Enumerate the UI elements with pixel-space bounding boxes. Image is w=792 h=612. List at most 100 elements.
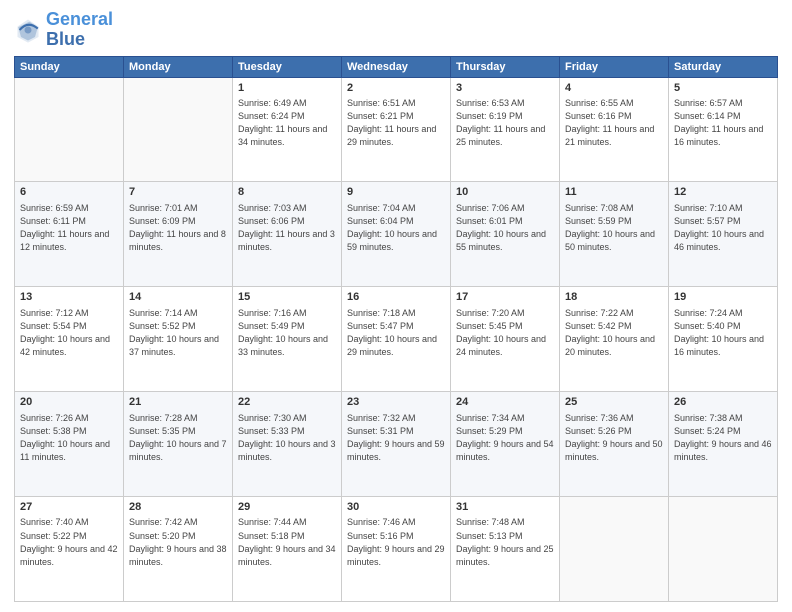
calendar-cell: 17 Sunrise: 7:20 AM Sunset: 5:45 PM Dayl… [451, 287, 560, 392]
weekday-header-friday: Friday [560, 56, 669, 77]
daylight-label: Daylight: 11 hours and 8 minutes. [129, 229, 226, 252]
sunset-time: 5:49 PM [271, 321, 305, 331]
daylight-label: Daylight: 10 hours and 7 minutes. [129, 439, 227, 462]
calendar-cell: 7 Sunrise: 7:01 AM Sunset: 6:09 PM Dayli… [124, 182, 233, 287]
sunset-label: Sunset: [565, 111, 598, 121]
calendar-week-3: 20 Sunrise: 7:26 AM Sunset: 5:38 PM Dayl… [15, 392, 778, 497]
logo: GeneralBlue [14, 10, 113, 50]
day-number: 17 [456, 290, 554, 305]
daylight-label: Daylight: 10 hours and 50 minutes. [565, 229, 655, 252]
calendar-week-2: 13 Sunrise: 7:12 AM Sunset: 5:54 PM Dayl… [15, 287, 778, 392]
calendar-cell: 27 Sunrise: 7:40 AM Sunset: 5:22 PM Dayl… [15, 497, 124, 602]
day-info: Sunrise: 7:18 AM Sunset: 5:47 PM Dayligh… [347, 307, 445, 359]
calendar-cell: 19 Sunrise: 7:24 AM Sunset: 5:40 PM Dayl… [669, 287, 778, 392]
sunrise-label: Sunrise: [456, 413, 492, 423]
sunset-time: 5:26 PM [598, 426, 632, 436]
weekday-header-row: SundayMondayTuesdayWednesdayThursdayFrid… [15, 56, 778, 77]
sunrise-label: Sunrise: [20, 203, 56, 213]
sunset-time: 5:54 PM [53, 321, 87, 331]
sunset-time: 5:59 PM [598, 216, 632, 226]
sunrise-time: 6:49 AM [274, 98, 307, 108]
day-info: Sunrise: 7:34 AM Sunset: 5:29 PM Dayligh… [456, 412, 554, 464]
sunset-label: Sunset: [674, 111, 707, 121]
sunset-time: 5:38 PM [53, 426, 87, 436]
sunrise-label: Sunrise: [238, 517, 274, 527]
sunset-time: 5:57 PM [707, 216, 741, 226]
calendar-cell: 30 Sunrise: 7:46 AM Sunset: 5:16 PM Dayl… [342, 497, 451, 602]
day-number: 12 [674, 185, 772, 200]
sunset-time: 5:29 PM [489, 426, 523, 436]
day-info: Sunrise: 7:32 AM Sunset: 5:31 PM Dayligh… [347, 412, 445, 464]
daylight-label: Daylight: 11 hours and 29 minutes. [347, 124, 436, 147]
sunrise-label: Sunrise: [238, 308, 274, 318]
sunrise-label: Sunrise: [20, 517, 56, 527]
sunset-time: 6:09 PM [162, 216, 196, 226]
sunrise-label: Sunrise: [456, 308, 492, 318]
calendar-week-4: 27 Sunrise: 7:40 AM Sunset: 5:22 PM Dayl… [15, 497, 778, 602]
sunset-label: Sunset: [20, 216, 53, 226]
calendar-cell: 20 Sunrise: 7:26 AM Sunset: 5:38 PM Dayl… [15, 392, 124, 497]
weekday-header-thursday: Thursday [451, 56, 560, 77]
sunset-label: Sunset: [456, 321, 489, 331]
sunrise-time: 7:06 AM [492, 203, 525, 213]
day-info: Sunrise: 6:53 AM Sunset: 6:19 PM Dayligh… [456, 97, 554, 149]
calendar-cell: 21 Sunrise: 7:28 AM Sunset: 5:35 PM Dayl… [124, 392, 233, 497]
sunset-label: Sunset: [565, 216, 598, 226]
calendar-cell: 12 Sunrise: 7:10 AM Sunset: 5:57 PM Dayl… [669, 182, 778, 287]
sunset-time: 5:16 PM [380, 531, 414, 541]
day-info: Sunrise: 7:36 AM Sunset: 5:26 PM Dayligh… [565, 412, 663, 464]
weekday-header-sunday: Sunday [15, 56, 124, 77]
sunset-time: 5:31 PM [380, 426, 414, 436]
daylight-label: Daylight: 9 hours and 38 minutes. [129, 544, 227, 567]
day-info: Sunrise: 7:30 AM Sunset: 5:33 PM Dayligh… [238, 412, 336, 464]
calendar-cell: 23 Sunrise: 7:32 AM Sunset: 5:31 PM Dayl… [342, 392, 451, 497]
sunset-label: Sunset: [238, 426, 271, 436]
daylight-label: Daylight: 10 hours and 24 minutes. [456, 334, 546, 357]
sunset-time: 6:11 PM [53, 216, 86, 226]
calendar-cell: 11 Sunrise: 7:08 AM Sunset: 5:59 PM Dayl… [560, 182, 669, 287]
daylight-label: Daylight: 10 hours and 42 minutes. [20, 334, 110, 357]
calendar-cell: 1 Sunrise: 6:49 AM Sunset: 6:24 PM Dayli… [233, 77, 342, 182]
sunset-time: 5:18 PM [271, 531, 305, 541]
sunset-time: 6:24 PM [271, 111, 305, 121]
day-info: Sunrise: 7:01 AM Sunset: 6:09 PM Dayligh… [129, 202, 227, 254]
sunset-time: 5:24 PM [707, 426, 741, 436]
day-info: Sunrise: 7:08 AM Sunset: 5:59 PM Dayligh… [565, 202, 663, 254]
day-number: 15 [238, 290, 336, 305]
sunset-label: Sunset: [565, 426, 598, 436]
sunrise-label: Sunrise: [674, 413, 710, 423]
calendar-body: 1 Sunrise: 6:49 AM Sunset: 6:24 PM Dayli… [15, 77, 778, 601]
calendar-cell [669, 497, 778, 602]
sunset-label: Sunset: [456, 531, 489, 541]
day-number: 23 [347, 395, 445, 410]
sunset-label: Sunset: [238, 321, 271, 331]
sunset-label: Sunset: [347, 216, 380, 226]
day-info: Sunrise: 6:49 AM Sunset: 6:24 PM Dayligh… [238, 97, 336, 149]
sunset-label: Sunset: [129, 321, 162, 331]
weekday-header-saturday: Saturday [669, 56, 778, 77]
sunset-time: 6:16 PM [598, 111, 632, 121]
day-number: 3 [456, 81, 554, 96]
sunrise-label: Sunrise: [565, 413, 601, 423]
sunset-label: Sunset: [20, 426, 53, 436]
sunset-time: 5:40 PM [707, 321, 741, 331]
daylight-label: Daylight: 9 hours and 50 minutes. [565, 439, 663, 462]
sunset-time: 6:19 PM [489, 111, 523, 121]
calendar-cell: 4 Sunrise: 6:55 AM Sunset: 6:16 PM Dayli… [560, 77, 669, 182]
sunrise-time: 6:51 AM [383, 98, 416, 108]
calendar-cell: 26 Sunrise: 7:38 AM Sunset: 5:24 PM Dayl… [669, 392, 778, 497]
sunrise-time: 7:26 AM [56, 413, 89, 423]
sunrise-time: 7:16 AM [274, 308, 307, 318]
sunrise-time: 7:01 AM [165, 203, 198, 213]
sunrise-label: Sunrise: [674, 203, 710, 213]
sunset-time: 5:45 PM [489, 321, 523, 331]
daylight-label: Daylight: 10 hours and 46 minutes. [674, 229, 764, 252]
sunrise-time: 7:28 AM [165, 413, 198, 423]
day-number: 4 [565, 81, 663, 96]
daylight-label: Daylight: 10 hours and 33 minutes. [238, 334, 328, 357]
sunset-time: 6:14 PM [707, 111, 741, 121]
daylight-label: Daylight: 10 hours and 20 minutes. [565, 334, 655, 357]
sunrise-label: Sunrise: [129, 308, 165, 318]
day-number: 20 [20, 395, 118, 410]
header: GeneralBlue [14, 10, 778, 50]
